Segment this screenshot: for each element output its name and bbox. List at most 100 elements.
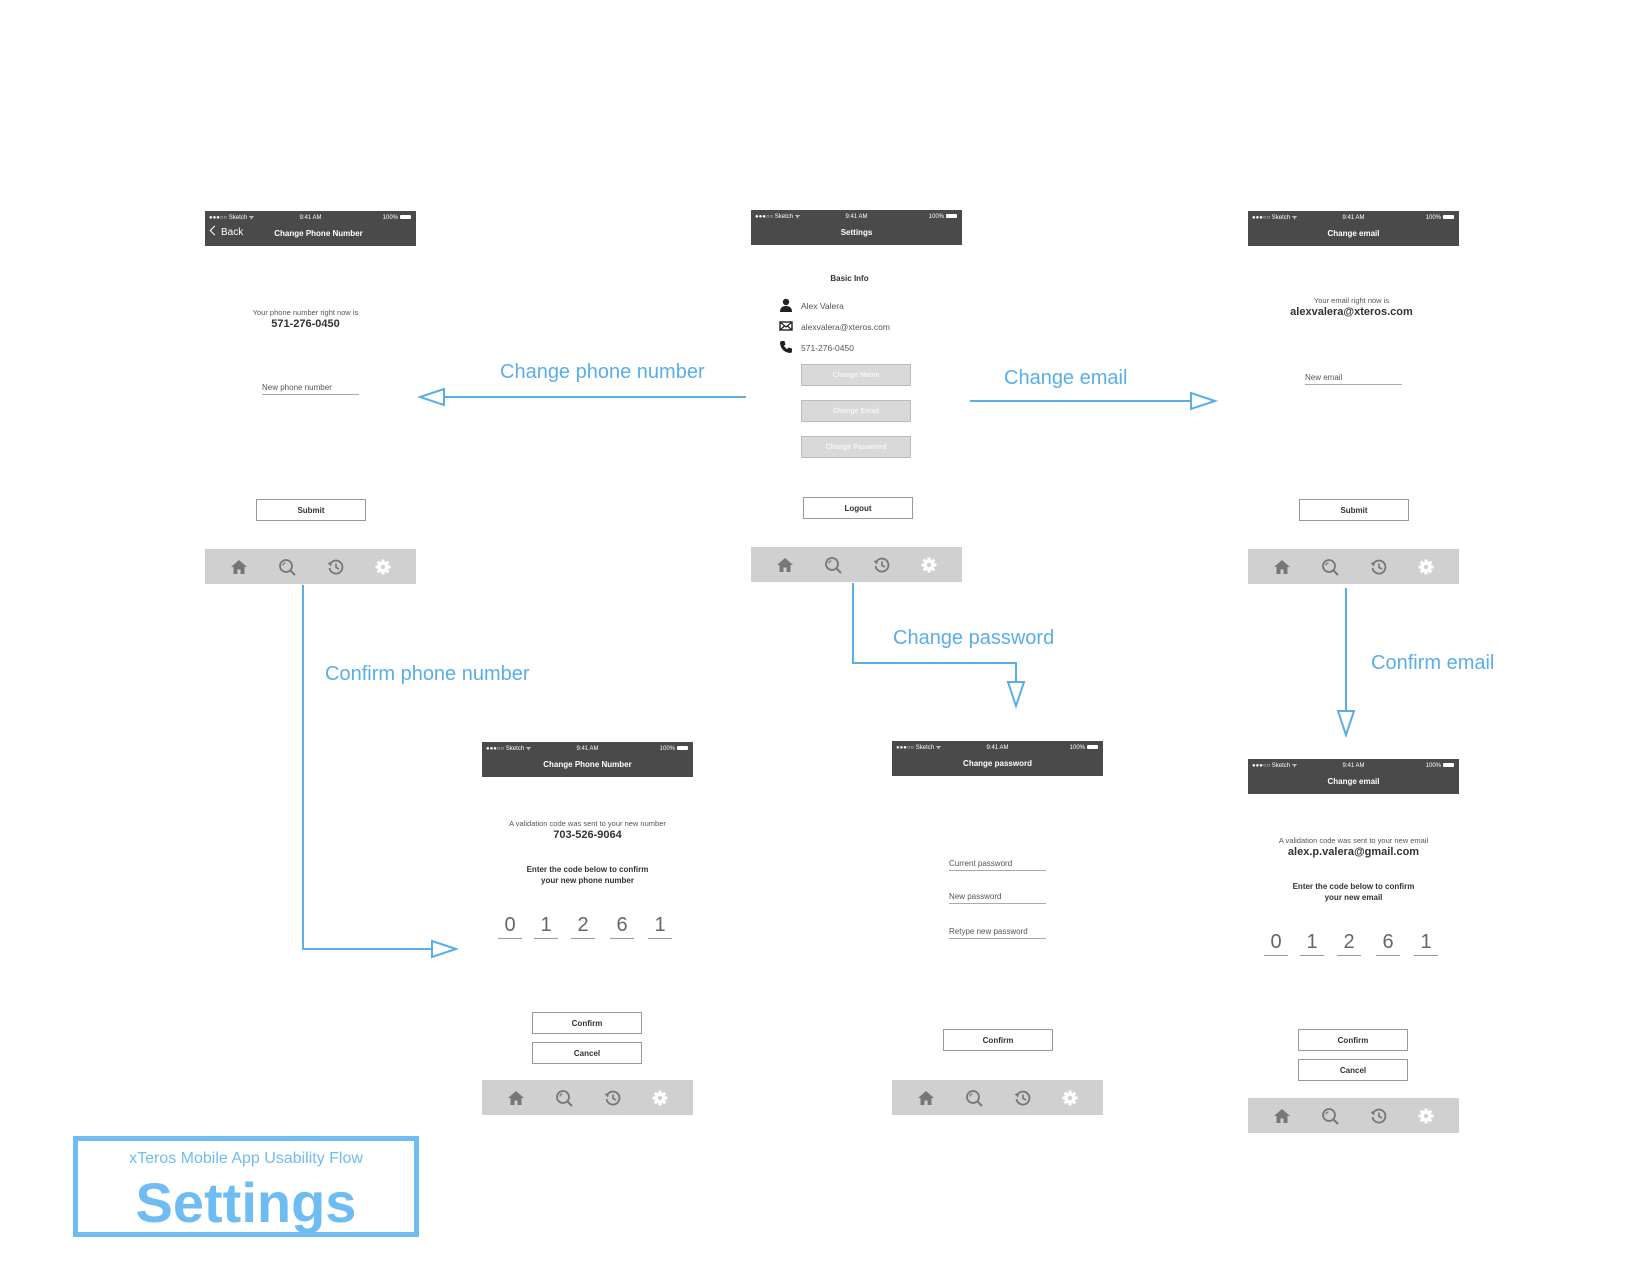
code-digit[interactable]: 1 bbox=[534, 912, 558, 939]
title-legend: xTeros Mobile App Usability Flow Setting… bbox=[73, 1136, 419, 1237]
home-icon[interactable] bbox=[1272, 557, 1292, 577]
battery-icon bbox=[677, 746, 688, 751]
instruction-line-1: Enter the code below to confirm bbox=[1292, 882, 1415, 891]
flow-label-change-phone: Change phone number bbox=[500, 361, 705, 383]
status-and-nav-bar: ●●●○○ Sketch ᯤ 9:41 AM 100% Change email bbox=[1248, 759, 1459, 794]
code-digit[interactable]: 0 bbox=[498, 912, 522, 939]
code-digit[interactable]: 1 bbox=[1414, 929, 1438, 956]
submit-button[interactable]: Submit bbox=[256, 499, 366, 521]
search-icon[interactable] bbox=[277, 557, 297, 577]
code-digit[interactable]: 6 bbox=[1376, 929, 1400, 956]
home-icon[interactable] bbox=[1272, 1106, 1292, 1126]
settings-gear-icon[interactable] bbox=[1416, 557, 1436, 577]
submit-button[interactable]: Submit bbox=[1299, 499, 1409, 521]
settings-gear-icon[interactable] bbox=[919, 555, 939, 575]
screen-title: Change password bbox=[963, 759, 1032, 768]
search-icon[interactable] bbox=[554, 1088, 574, 1108]
battery-icon bbox=[400, 215, 411, 220]
home-icon[interactable] bbox=[916, 1088, 936, 1108]
screen-change-phone: ●●●○○ Sketch ᯤ 9:41 AM 100% Back Change … bbox=[205, 211, 416, 584]
code-digit[interactable]: 6 bbox=[610, 912, 634, 939]
code-digits: 0 1 2 6 1 bbox=[1248, 929, 1459, 959]
status-and-nav-bar: ●●●○○ Sketch ᯤ 9:41 AM 100% Settings bbox=[751, 210, 962, 245]
battery-icon bbox=[946, 214, 957, 219]
battery-icon bbox=[1443, 215, 1454, 220]
legend-title: Settings bbox=[135, 1171, 357, 1234]
settings-gear-icon[interactable] bbox=[1060, 1088, 1080, 1108]
search-icon[interactable] bbox=[823, 555, 843, 575]
battery-status: 100% bbox=[660, 745, 688, 753]
section-basic-info: Basic Info bbox=[830, 274, 869, 283]
change-name-button[interactable]: Change Name bbox=[801, 364, 911, 386]
change-password-button[interactable]: Change Password bbox=[801, 436, 911, 458]
battery-status: 100% bbox=[929, 213, 957, 221]
flow-label-change-email: Change email bbox=[1004, 367, 1128, 389]
code-digit[interactable]: 0 bbox=[1264, 929, 1288, 956]
status-and-nav-bar: ●●●○○ Sketch ᯤ 9:41 AM 100% Change email bbox=[1248, 211, 1459, 246]
battery-icon bbox=[1087, 745, 1098, 750]
battery-icon bbox=[1443, 763, 1454, 768]
confirm-button[interactable]: Confirm bbox=[943, 1029, 1053, 1051]
code-digits: 0 1 2 6 1 bbox=[482, 912, 693, 942]
sent-label: A validation code was sent to your new e… bbox=[1278, 836, 1429, 845]
code-digit[interactable]: 1 bbox=[648, 912, 672, 939]
user-email: alexvalera@xteros.com bbox=[779, 321, 890, 332]
code-digit[interactable]: 2 bbox=[571, 912, 595, 939]
home-icon[interactable] bbox=[506, 1088, 526, 1108]
search-icon[interactable] bbox=[1320, 1106, 1340, 1126]
history-icon[interactable] bbox=[603, 1088, 623, 1108]
new-email-field[interactable]: New email bbox=[1305, 372, 1402, 385]
new-phone-field[interactable]: New phone number bbox=[262, 382, 359, 395]
settings-gear-icon[interactable] bbox=[373, 557, 393, 577]
search-icon[interactable] bbox=[964, 1088, 984, 1108]
logout-button[interactable]: Logout bbox=[803, 497, 913, 519]
history-icon[interactable] bbox=[1013, 1088, 1033, 1108]
confirm-button[interactable]: Confirm bbox=[532, 1012, 642, 1034]
tab-bar bbox=[205, 549, 416, 584]
phone-icon bbox=[780, 341, 792, 353]
instruction-line-2: your new phone number bbox=[541, 876, 634, 885]
tab-bar bbox=[892, 1080, 1103, 1115]
screen-change-password: ●●●○○ Sketch ᯤ 9:41 AM 100% Change passw… bbox=[892, 741, 1103, 1115]
screen-confirm-phone: ●●●○○ Sketch ᯤ 9:41 AM 100% Change Phone… bbox=[482, 742, 693, 1115]
tab-bar bbox=[1248, 1098, 1459, 1133]
history-icon[interactable] bbox=[872, 555, 892, 575]
new-password-field[interactable]: New password bbox=[949, 891, 1046, 904]
screen-title: Change Phone Number bbox=[274, 229, 363, 238]
retype-password-field[interactable]: Retype new password bbox=[949, 926, 1046, 939]
code-digit[interactable]: 1 bbox=[1300, 929, 1324, 956]
screen-title: Settings bbox=[840, 228, 873, 237]
code-digit[interactable]: 2 bbox=[1337, 929, 1361, 956]
flow-label-confirm-phone: Confirm phone number bbox=[325, 663, 530, 685]
user-phone: 571-276-0450 bbox=[780, 341, 854, 353]
screen-title: Change Phone Number bbox=[543, 760, 632, 769]
cancel-button[interactable]: Cancel bbox=[1298, 1059, 1408, 1081]
search-icon[interactable] bbox=[1320, 557, 1340, 577]
current-email-value: alexvalera@xteros.com bbox=[1290, 306, 1413, 318]
tab-bar bbox=[482, 1080, 693, 1115]
legend-subtitle: xTeros Mobile App Usability Flow bbox=[129, 1150, 363, 1167]
sent-label: A validation code was sent to your new n… bbox=[509, 819, 666, 828]
home-icon[interactable] bbox=[775, 555, 795, 575]
confirm-button[interactable]: Confirm bbox=[1298, 1029, 1408, 1051]
battery-status: 100% bbox=[383, 214, 411, 222]
mail-icon bbox=[779, 321, 793, 331]
screen-settings: ●●●○○ Sketch ᯤ 9:41 AM 100% Settings Bas… bbox=[751, 210, 962, 582]
settings-gear-icon[interactable] bbox=[1416, 1106, 1436, 1126]
tab-bar bbox=[751, 547, 962, 582]
home-icon[interactable] bbox=[229, 557, 249, 577]
current-phone-label: Your phone number right now is bbox=[252, 308, 359, 317]
history-icon[interactable] bbox=[326, 557, 346, 577]
history-icon[interactable] bbox=[1369, 1106, 1389, 1126]
battery-status: 100% bbox=[1426, 214, 1454, 222]
screen-confirm-email: ●●●○○ Sketch ᯤ 9:41 AM 100% Change email… bbox=[1248, 759, 1459, 1133]
battery-status: 100% bbox=[1426, 762, 1454, 770]
user-name: Alex Valera bbox=[780, 298, 844, 312]
change-email-button[interactable]: Change Email bbox=[801, 400, 911, 422]
settings-gear-icon[interactable] bbox=[650, 1088, 670, 1108]
history-icon[interactable] bbox=[1369, 557, 1389, 577]
flow-label-confirm-email: Confirm email bbox=[1371, 652, 1495, 674]
cancel-button[interactable]: Cancel bbox=[532, 1042, 642, 1064]
status-and-nav-bar: ●●●○○ Sketch ᯤ 9:41 AM 100% Back Change … bbox=[205, 211, 416, 246]
current-password-field[interactable]: Current password bbox=[949, 858, 1046, 871]
